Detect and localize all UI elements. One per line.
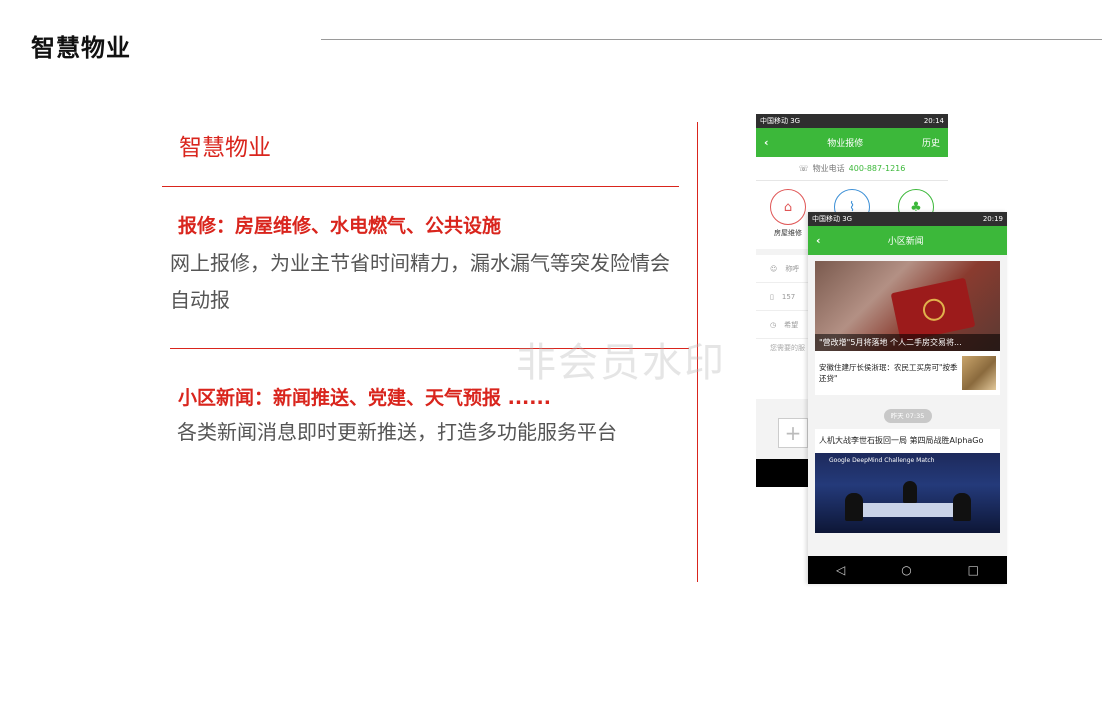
phone-icon: ☏ [798, 164, 809, 173]
alphago-match-image: Google DeepMind Challenge Match [815, 453, 1000, 533]
page-title: 智慧物业 [31, 34, 131, 62]
deepmind-banner: Google DeepMind Challenge Match [829, 457, 935, 464]
category-label: 房屋维修 [774, 229, 802, 237]
property-phone-line: ☏ 物业电话 400-887-1216 [756, 157, 948, 181]
phone-label: 物业电话 [812, 164, 845, 173]
property-certificate-image [890, 277, 976, 343]
news-list-item[interactable]: 安徽住建厅长侯淅珉：农民工买房可"按季还贷" [815, 351, 1000, 395]
house-icon: ⌂ [770, 189, 806, 225]
news-thumbnail [962, 356, 996, 390]
carrier-label: 中国移动 3G [812, 215, 853, 223]
app-title: 物业报修 [827, 139, 864, 149]
app-bar: ‹ 物业报修 历史 [756, 128, 948, 157]
phone-number[interactable]: 400-887-1216 [849, 164, 906, 173]
nav-bar: ◁ ○ □ [808, 556, 1007, 584]
feature-news-body: 各类新闻消息即时更新推送，打造多功能服务平台 [177, 420, 617, 444]
history-button[interactable]: 历史 [922, 136, 940, 149]
feature-repair-heading: 报修：房屋维修、水电燃气、公共设施 [178, 215, 502, 237]
mobile-field-value: 157 [781, 292, 796, 301]
add-photo-button[interactable]: + [778, 418, 808, 448]
category-house[interactable]: ⌂ 房屋维修 [770, 189, 806, 238]
time-field-label: 希望 [784, 320, 799, 329]
feature-news-heading: 小区新闻：新闻推送、党建、天气预报 ...... [178, 387, 551, 409]
carrier-label: 中国移动 3G [760, 117, 801, 125]
news-card-alphago[interactable]: 人机大战李世石扳回一局 第四局战胜AlphaGo Google DeepMind… [815, 429, 1000, 533]
news-card-title: 人机大战李世石扳回一局 第四局战胜AlphaGo [819, 436, 984, 445]
timestamp-badge: 昨天 07:35 [883, 409, 932, 423]
feature-repair-body: 网上报修，为业主节省时间精力，漏水漏气等突发险情会自动报 [170, 251, 670, 312]
status-bar: 中国移动 3G 20:19 [808, 212, 1007, 226]
app-bar: ‹ 小区新闻 [808, 226, 1007, 255]
news-item-title: 安徽住建厅长侯淅珉：农民工买房可"按季还贷" [819, 363, 958, 383]
user-icon: ☺ [770, 264, 778, 273]
news-screen-screenshot: 中国移动 3G 20:19 ‹ 小区新闻 "营改增"5月将落地 个人二手房交易将… [808, 212, 1007, 584]
nav-home-icon[interactable]: ○ [901, 563, 911, 577]
clock-icon: ◷ [770, 320, 777, 329]
mobile-icon: ▯ [770, 292, 774, 301]
app-title: 小区新闻 [887, 237, 924, 247]
section-divider [162, 186, 679, 187]
clock-label: 20:14 [923, 117, 944, 125]
name-field-label: 称呼 [785, 264, 800, 273]
news-hero-caption: "营改增"5月将落地 个人二手房交易将... [815, 334, 1000, 351]
status-bar: 中国移动 3G 20:14 [756, 114, 948, 128]
clock-label: 20:19 [982, 215, 1003, 223]
nav-recent-icon[interactable]: □ [968, 563, 979, 577]
watermark: 非会员水印 [516, 340, 726, 386]
header-divider [321, 39, 1102, 40]
news-hero-image: "营改增"5月将落地 个人二手房交易将... [815, 261, 1000, 351]
section-title: 智慧物业 [179, 135, 271, 161]
nav-back-icon[interactable]: ◁ [836, 563, 845, 577]
news-card-featured[interactable]: "营改增"5月将落地 个人二手房交易将... 安徽住建厅长侯淅珉：农民工买房可"… [815, 261, 1000, 395]
